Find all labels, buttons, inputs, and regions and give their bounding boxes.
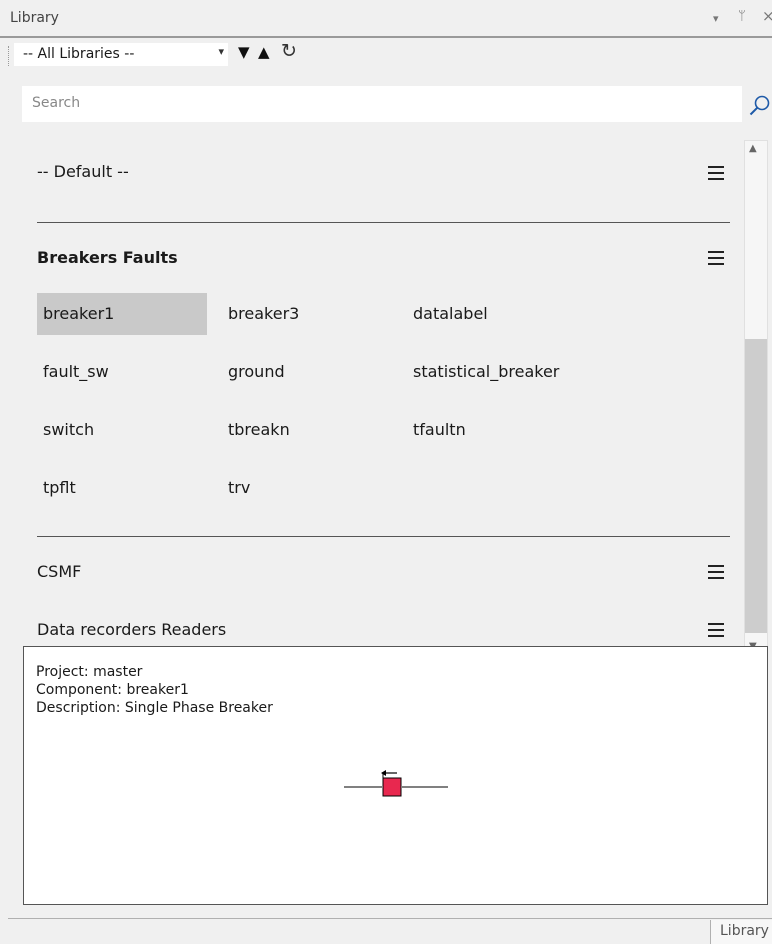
scroll-up-arrow-icon[interactable]: ▲	[749, 143, 757, 154]
search-input[interactable]	[30, 94, 714, 112]
group-menu-data-recorders-icon[interactable]	[708, 623, 724, 637]
toolbar-grip[interactable]	[8, 46, 13, 66]
library-list-scrollbar[interactable]: ▲ ▼	[744, 140, 768, 658]
library-select-value: -- All Libraries --	[23, 46, 135, 62]
group-divider	[37, 222, 730, 223]
chevron-down-icon[interactable]: ▾	[218, 45, 224, 58]
tab-library[interactable]: Library	[710, 920, 772, 944]
component-item-ground[interactable]: ground	[228, 351, 285, 393]
group-title-data-recorders-readers[interactable]: Data recorders Readers	[37, 620, 226, 639]
panel-menu-dropdown-icon[interactable]: ▾	[713, 12, 719, 25]
preview-project: Project: master	[36, 664, 143, 680]
component-item-trv[interactable]: trv	[228, 467, 250, 509]
group-menu-default-icon[interactable]	[708, 166, 724, 180]
search-box[interactable]	[22, 86, 742, 122]
library-list: -- Default -- Breakers Faults breaker1 b…	[0, 132, 740, 657]
breaker-symbol-icon	[344, 770, 448, 797]
move-up-button[interactable]: ▲	[258, 43, 270, 61]
move-down-button[interactable]: ▼	[238, 43, 250, 61]
group-title-default[interactable]: -- Default --	[37, 162, 129, 181]
component-item-switch[interactable]: switch	[43, 409, 94, 451]
tab-library-label: Library	[720, 923, 769, 939]
group-menu-csmf-icon[interactable]	[708, 565, 724, 579]
group-title-breakers-faults[interactable]: Breakers Faults	[37, 248, 178, 267]
group-divider	[37, 536, 730, 537]
component-item-breaker1[interactable]: breaker1	[37, 293, 207, 335]
search-icon[interactable]	[748, 94, 772, 118]
component-item-tpflt[interactable]: tpflt	[43, 467, 76, 509]
panel-title-bar: Library ▾ ᛘ ×	[0, 0, 772, 38]
component-item-tbreakn[interactable]: tbreakn	[228, 409, 290, 451]
component-item-tfaultn[interactable]: tfaultn	[413, 409, 466, 451]
library-toolbar: -- All Libraries -- ▾ ▼ ▲ ↻	[0, 38, 772, 72]
group-menu-breakers-faults-icon[interactable]	[708, 251, 724, 265]
bottom-tab-strip	[8, 918, 772, 919]
component-item-datalabel[interactable]: datalabel	[413, 293, 488, 335]
preview-component: Component: breaker1	[36, 682, 189, 698]
group-title-csmf[interactable]: CSMF	[37, 562, 81, 581]
close-icon[interactable]: ×	[762, 7, 772, 25]
component-item-fault-sw[interactable]: fault_sw	[43, 351, 109, 393]
component-item-statistical-breaker[interactable]: statistical_breaker	[413, 351, 559, 393]
preview-description: Description: Single Phase Breaker	[36, 700, 273, 716]
scrollbar-thumb[interactable]	[745, 339, 767, 633]
component-preview-pane: Project: master Component: breaker1 Desc…	[23, 646, 768, 905]
refresh-icon[interactable]: ↻	[281, 40, 297, 62]
library-select[interactable]: -- All Libraries -- ▾	[14, 43, 228, 66]
panel-title: Library	[10, 10, 59, 26]
pin-icon[interactable]: ᛘ	[738, 9, 746, 24]
component-item-breaker3[interactable]: breaker3	[228, 293, 299, 335]
